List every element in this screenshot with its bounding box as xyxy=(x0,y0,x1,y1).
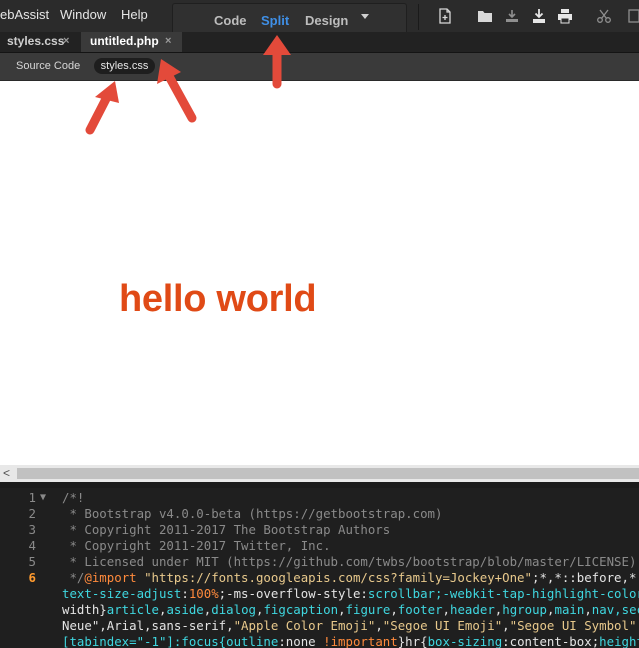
code-token: , xyxy=(442,602,451,617)
tab-styles-css[interactable]: styles.css × xyxy=(0,32,80,52)
code-line[interactable]: text-size-adjust:100%;-ms-overflow-style… xyxy=(0,586,639,602)
tab-label: styles.css xyxy=(7,34,65,48)
new-file-icon[interactable] xyxy=(437,8,453,24)
code-line[interactable]: 5 * Licensed under MIT (https://github.c… xyxy=(0,554,639,570)
scrollbar-thumb[interactable] xyxy=(17,468,639,479)
code-token: article xyxy=(106,602,159,617)
line-number: 3 xyxy=(28,522,36,537)
code-token: , xyxy=(390,602,398,617)
line-number: 5 xyxy=(28,554,36,569)
get-file-icon[interactable] xyxy=(504,8,520,24)
code-text: * Copyright 2011-2017 Twitter, Inc. xyxy=(62,538,331,553)
code-token: */ xyxy=(62,570,85,585)
code-token: hgroup xyxy=(502,602,548,617)
code-token: ;-ms-overflow-style: xyxy=(218,586,368,601)
code-text: text-size-adjust:100%;-ms-overflow-style… xyxy=(62,586,639,602)
code-token: 100% xyxy=(188,586,219,601)
close-icon[interactable]: × xyxy=(165,32,171,51)
code-token: : xyxy=(181,586,189,601)
code-line[interactable]: Neue",Arial,sans-serif,"Apple Color Emoj… xyxy=(0,618,639,634)
line-number: 2 xyxy=(28,506,36,521)
code-line[interactable]: width}article,aside,dialog,figcaption,fi… xyxy=(0,602,639,618)
code-token: , xyxy=(584,602,592,617)
copy-icon[interactable] xyxy=(628,8,639,24)
code-token: @import xyxy=(84,570,137,585)
close-icon[interactable]: × xyxy=(63,32,69,51)
source-code-button[interactable]: Source Code xyxy=(16,60,80,72)
tab-label: untitled.php xyxy=(90,34,159,48)
code-line[interactable]: 2 * Bootstrap v4.0.0-beta (https://getbo… xyxy=(0,506,639,522)
code-token: figure xyxy=(345,602,391,617)
code-token: !important xyxy=(323,634,398,648)
code-token: box-sizing xyxy=(427,634,503,648)
code-token: dialog xyxy=(211,602,256,617)
code-token: "Apple Color Emoji" xyxy=(233,618,376,633)
cut-icon[interactable] xyxy=(596,8,612,24)
menu-webassist[interactable]: ebAssist xyxy=(0,7,49,22)
code-token: :none xyxy=(278,634,324,648)
hello-world-heading: hello world xyxy=(119,278,317,320)
code-token: "Segoe UI Emoji" xyxy=(382,618,503,633)
code-text: width}article,aside,dialog,figcaption,fi… xyxy=(62,602,639,618)
code-line[interactable]: 3 * Copyright 2011-2017 The Bootstrap Au… xyxy=(0,522,639,538)
put-file-icon[interactable] xyxy=(531,8,547,24)
print-icon[interactable] xyxy=(557,8,573,24)
related-files-bar: Source Code styles.css xyxy=(0,53,639,81)
code-line[interactable]: 4 * Copyright 2011-2017 Twitter, Inc. xyxy=(0,538,639,554)
code-token: scrollbar xyxy=(367,586,436,601)
menu-help[interactable]: Help xyxy=(121,7,148,22)
code-text: * Copyright 2011-2017 The Bootstrap Auth… xyxy=(62,522,391,537)
scroll-left-icon[interactable]: < xyxy=(3,466,10,480)
code-token: text-size-adjust xyxy=(62,586,182,601)
code-token: outline xyxy=(226,634,279,648)
code-editor[interactable]: 1 ▼/*! 2 * Bootstrap v4.0.0-beta (https://… xyxy=(0,488,639,648)
view-switcher: Code Split Design xyxy=(172,3,407,34)
chevron-down-icon[interactable] xyxy=(361,14,369,19)
line-number: 1 xyxy=(28,490,36,505)
code-line[interactable]: 6 */@import "https://fonts.googleapis.co… xyxy=(0,570,639,586)
open-folder-icon[interactable] xyxy=(477,8,493,24)
code-line[interactable]: [tabindex="-1"]:focus{outline:none !impo… xyxy=(0,634,639,648)
fold-toggle-icon[interactable]: ▼ xyxy=(40,490,46,506)
code-token: }hr{ xyxy=(397,634,428,648)
code-token: "https://fonts.googleapis.com/css?family… xyxy=(136,570,532,585)
code-token: nav,section xyxy=(591,602,639,617)
split-view-button[interactable]: Split xyxy=(261,13,289,28)
document-tab-bar: styles.css × untitled.php × xyxy=(0,32,639,53)
code-token: header xyxy=(450,602,495,617)
code-token: , xyxy=(338,602,346,617)
menu-bar: ebAssist Window Help Code Split Design xyxy=(0,0,639,34)
code-token: figcaption xyxy=(263,602,339,617)
code-token: Neue",Arial,sans-serif, xyxy=(62,618,234,633)
code-text: */@import "https://fonts.googleapis.com/… xyxy=(62,570,639,586)
design-view-button[interactable]: Design xyxy=(305,13,348,28)
line-number: 4 xyxy=(28,538,36,553)
code-token: ;-webkit-tap-highlight-color:transparent… xyxy=(435,586,639,601)
live-view[interactable]: hello world xyxy=(0,81,639,465)
code-view-button[interactable]: Code xyxy=(214,13,247,28)
code-text: /*! xyxy=(62,490,85,505)
code-text: [tabindex="-1"]:focus{outline:none !impo… xyxy=(62,634,639,648)
menu-window[interactable]: Window xyxy=(60,7,106,22)
code-text: * Licensed under MIT (https://github.com… xyxy=(62,554,637,569)
code-token: ;*,*::before,*::after{box-sizing:border-… xyxy=(531,570,639,585)
code-token: [tabindex="-1"]:focus{ xyxy=(62,634,227,648)
code-token: width} xyxy=(62,602,107,617)
code-token: , xyxy=(375,618,383,633)
line-number: 6 xyxy=(28,570,36,585)
code-token: , xyxy=(502,618,510,633)
code-text: * Bootstrap v4.0.0-beta (https://getboot… xyxy=(62,506,443,521)
code-line[interactable]: 1 ▼ /*! xyxy=(0,490,639,506)
code-text: Neue",Arial,sans-serif,"Apple Color Emoj… xyxy=(62,618,636,634)
code-token: footer xyxy=(397,602,443,617)
code-token: :content-box; xyxy=(502,634,600,648)
code-token: height xyxy=(599,634,639,648)
related-file-styles-css[interactable]: styles.css xyxy=(94,58,155,74)
code-token: aside xyxy=(166,602,204,617)
horizontal-scrollbar[interactable]: < xyxy=(0,465,639,482)
code-token: main xyxy=(554,602,585,617)
toolbar-divider xyxy=(418,4,419,30)
tab-untitled-php[interactable]: untitled.php × xyxy=(81,32,182,52)
code-token: "Segoe UI Symbol" xyxy=(509,618,637,633)
